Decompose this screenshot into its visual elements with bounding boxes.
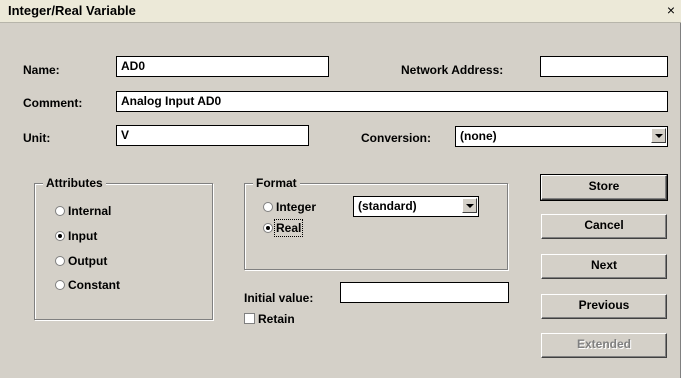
unit-field[interactable]: V <box>116 125 309 146</box>
radio-input-circle <box>55 231 65 241</box>
name-label: Name: <box>23 63 60 77</box>
retain-checkbox-box <box>244 313 255 324</box>
radio-input-label: Input <box>68 229 98 243</box>
comment-label: Comment: <box>23 96 83 110</box>
dialog-window: Integer/Real Variable × Name: AD0 Networ… <box>0 0 681 378</box>
integer-format-value: (standard) <box>358 199 417 213</box>
window-title: Integer/Real Variable <box>8 3 136 18</box>
radio-output-circle <box>55 256 65 266</box>
radio-input[interactable]: Input <box>55 229 97 243</box>
cancel-button[interactable]: Cancel <box>541 214 667 239</box>
radio-output-label: Output <box>68 254 108 268</box>
initial-value-label: Initial value: <box>244 291 314 305</box>
initial-value-field[interactable] <box>340 282 509 303</box>
radio-constant-label: Constant <box>68 278 120 292</box>
radio-internal-circle <box>55 206 65 216</box>
radio-real[interactable]: Real <box>263 219 304 237</box>
previous-button[interactable]: Previous <box>541 294 667 319</box>
chevron-down-icon[interactable] <box>462 198 477 213</box>
attributes-legend: Attributes <box>43 176 106 190</box>
radio-internal-label: Internal <box>68 204 112 218</box>
name-field[interactable]: AD0 <box>116 56 329 77</box>
radio-integer-label: Integer <box>276 200 317 214</box>
format-group: Format Integer Real (standard) <box>244 176 508 270</box>
title-bar: Integer/Real Variable × <box>0 0 681 23</box>
radio-constant[interactable]: Constant <box>55 278 120 292</box>
next-button[interactable]: Next <box>541 254 667 279</box>
conversion-label: Conversion: <box>361 131 432 145</box>
conversion-value: (none) <box>460 129 497 143</box>
format-legend: Format <box>253 176 300 190</box>
radio-internal[interactable]: Internal <box>55 204 111 218</box>
store-button[interactable]: Store <box>540 174 668 201</box>
retain-label: Retain <box>258 312 295 326</box>
comment-field[interactable]: Analog Input AD0 <box>116 91 668 112</box>
radio-integer-circle <box>263 202 273 212</box>
chevron-down-icon[interactable] <box>651 128 666 143</box>
attributes-group: Attributes Internal Input Output Constan… <box>34 176 213 320</box>
radio-real-circle <box>263 223 273 233</box>
radio-integer[interactable]: Integer <box>263 200 316 214</box>
network-address-field[interactable] <box>540 56 668 77</box>
extended-button[interactable]: Extended <box>541 333 667 358</box>
network-address-label: Network Address: <box>401 63 504 77</box>
conversion-select[interactable]: (none) <box>455 126 668 147</box>
radio-output[interactable]: Output <box>55 254 107 268</box>
close-icon[interactable]: × <box>663 2 679 18</box>
retain-checkbox[interactable]: Retain <box>244 312 295 326</box>
radio-constant-circle <box>55 280 65 290</box>
radio-real-label: Real <box>273 219 304 237</box>
integer-format-select[interactable]: (standard) <box>353 196 479 217</box>
unit-label: Unit: <box>23 131 51 145</box>
